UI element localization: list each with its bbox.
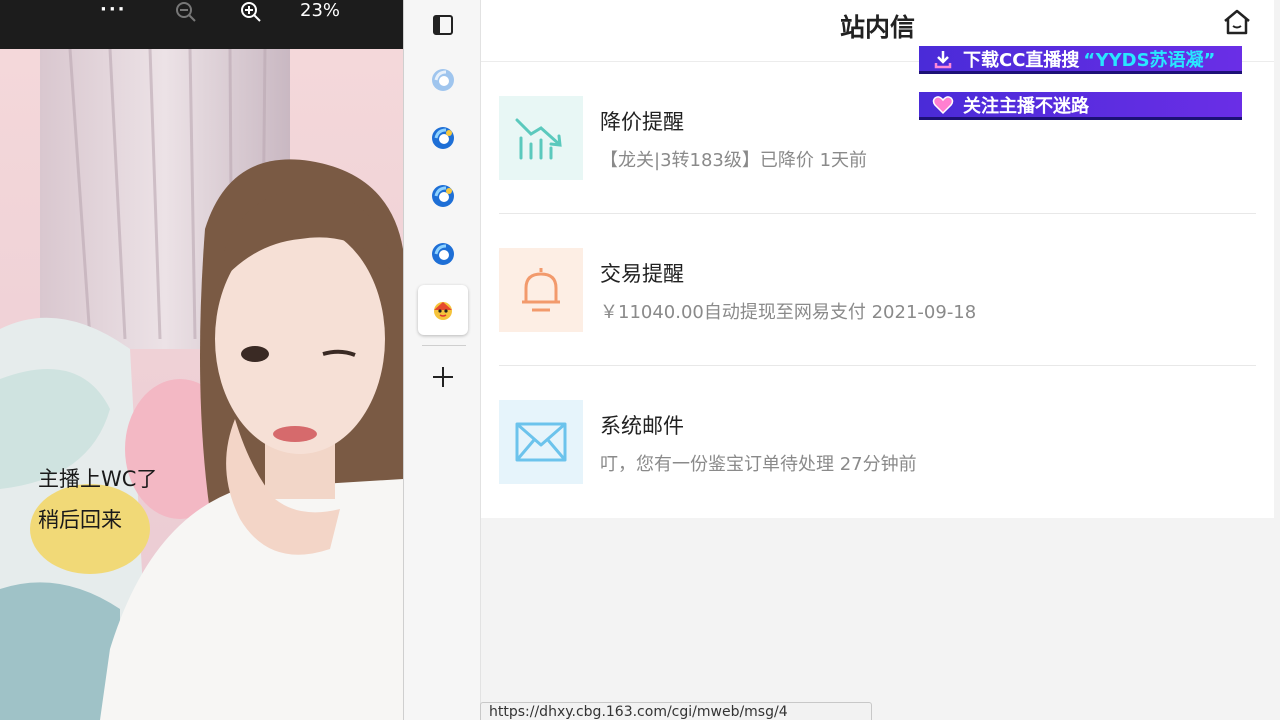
stream-overlay-line1: 主播上WC了	[38, 467, 158, 491]
more-options-button[interactable]: ···	[100, 0, 127, 22]
zoom-level: 23%	[300, 0, 341, 21]
download-promo-text: 下载CC直播搜	[963, 49, 1080, 71]
message-title: 降价提醒	[600, 110, 684, 134]
zoom-in-icon[interactable]	[239, 0, 263, 24]
stream-photo: 主播上WC了 稍后回来	[0, 49, 403, 720]
vertical-tab-strip	[403, 0, 481, 720]
download-promo-banner: 下载CC直播搜 “YYDS苏语凝”	[919, 46, 1242, 74]
message-list: 降价提醒 【龙关|3转183级】已降价 1天前 交易提醒 ￥11040.00自动…	[481, 62, 1274, 518]
message-description: ￥11040.00自动提现至网易支付 2021-09-18	[600, 302, 977, 323]
stream-overlay-line2: 稍后回来	[38, 508, 122, 532]
message-title: 交易提醒	[600, 262, 684, 286]
zoom-out-icon[interactable]	[174, 0, 198, 24]
status-bar-url: https://dhxy.cbg.163.com/cgi/mweb/msg/4	[480, 702, 872, 720]
tab-separator	[422, 345, 466, 346]
message-description: 叮，您有一份鉴宝订单待处理 27分钟前	[600, 454, 917, 475]
streamer-photo-illustration	[0, 49, 403, 720]
photo-viewer: ··· 23% 主播上WC了 稍后回来	[0, 0, 403, 720]
viewer-toolbar: ··· 23%	[0, 0, 403, 49]
page-title: 站内信	[839, 13, 915, 42]
price-drop-chart-icon	[499, 96, 583, 180]
screen: ··· 23% 主播上WC了 稍后回来 站内信 降价提醒 【龙关|3转183级】…	[0, 0, 1280, 720]
home-icon[interactable]	[1221, 6, 1253, 38]
download-promo-highlight: “YYDS苏语凝”	[1083, 49, 1216, 71]
new-tab-plus-icon[interactable]	[418, 352, 468, 402]
message-description: 【龙关|3转183级】已降价 1天前	[600, 150, 868, 171]
bell-icon	[499, 248, 583, 332]
message-title: 系统邮件	[600, 414, 684, 438]
download-icon	[931, 47, 955, 71]
tab-actions-icon[interactable]	[418, 0, 468, 50]
tab-game-mascot-icon[interactable]	[418, 285, 468, 335]
mail-envelope-icon	[499, 400, 583, 484]
follow-promo-banner: 关注主播不迷路	[919, 92, 1242, 120]
heart-icon	[931, 93, 955, 117]
tab-edge-icon[interactable]	[418, 55, 468, 105]
tab-edge-icon[interactable]	[418, 113, 468, 163]
tab-edge-icon[interactable]	[418, 229, 468, 279]
message-item-system-mail[interactable]: 系统邮件 叮，您有一份鉴宝订单待处理 27分钟前	[499, 366, 1256, 518]
tab-edge-icon[interactable]	[418, 171, 468, 221]
message-item-trade[interactable]: 交易提醒 ￥11040.00自动提现至网易支付 2021-09-18	[499, 214, 1256, 366]
follow-promo-text: 关注主播不迷路	[963, 95, 1089, 117]
message-item-price-drop[interactable]: 降价提醒 【龙关|3转183级】已降价 1天前	[499, 62, 1256, 214]
